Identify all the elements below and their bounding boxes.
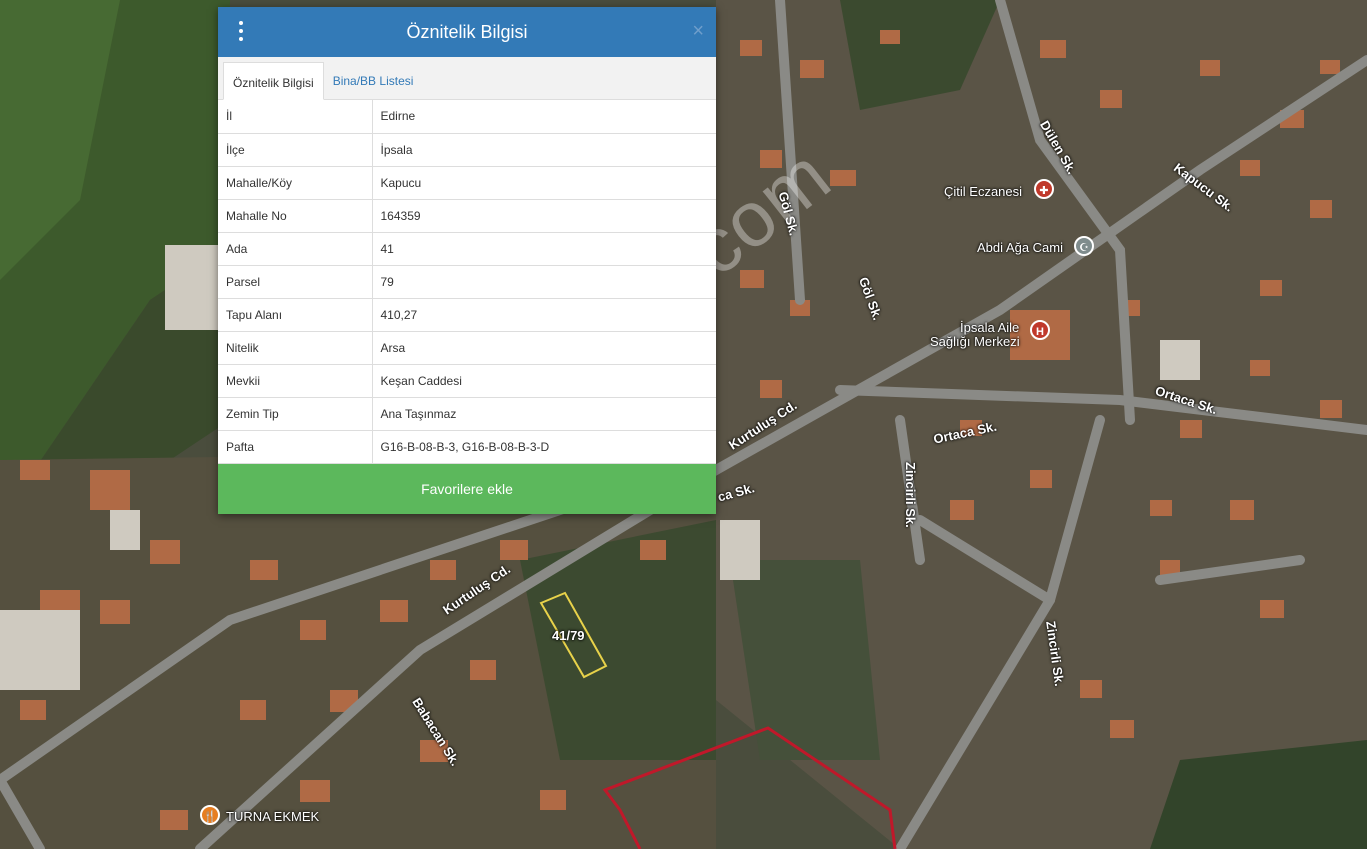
table-row: İl Edirne [218, 100, 716, 134]
row-key: Mahalle No [218, 199, 373, 233]
table-row: Tapu Alanı 410,27 [218, 298, 716, 332]
row-value: Arsa [372, 331, 716, 365]
table-row: Mevkii Keşan Caddesi [218, 364, 716, 398]
row-key: Zemin Tip [218, 397, 373, 431]
attribute-panel: Öznitelik Bilgisi × Öznitelik Bilgisi Bi… [218, 7, 716, 514]
row-value: G16-B-08-B-3, G16-B-08-B-3-D [372, 430, 716, 464]
table-row: Mahalle No 164359 [218, 199, 716, 233]
tab-building-list[interactable]: Bina/BB Listesi [324, 61, 423, 99]
table-row: İlçe İpsala [218, 133, 716, 167]
row-key: İlçe [218, 133, 373, 167]
table-row: Nitelik Arsa [218, 331, 716, 365]
row-key: Tapu Alanı [218, 298, 373, 332]
row-value: Edirne [372, 100, 716, 134]
row-value: 410,27 [372, 298, 716, 332]
table-row: Parsel 79 [218, 265, 716, 299]
bakery-icon[interactable]: 🍴 [200, 805, 220, 825]
tab-bar: Öznitelik Bilgisi Bina/BB Listesi [218, 57, 716, 100]
row-key: Mahalle/Köy [218, 166, 373, 200]
table-row: Mahalle/Köy Kapucu [218, 166, 716, 200]
add-to-favorites-button[interactable]: Favorilere ekle [218, 463, 716, 514]
row-key: Nitelik [218, 331, 373, 365]
row-key: Mevkii [218, 364, 373, 398]
row-value: 79 [372, 265, 716, 299]
row-key: Pafta [218, 430, 373, 464]
panel-title: Öznitelik Bilgisi [406, 21, 528, 42]
table-row: Ada 41 [218, 232, 716, 266]
row-value: İpsala [372, 133, 716, 167]
tab-attribute-info[interactable]: Öznitelik Bilgisi [223, 62, 324, 100]
panel-header: Öznitelik Bilgisi × [218, 7, 716, 57]
row-value: Kapucu [372, 166, 716, 200]
table-row: Pafta G16-B-08-B-3, G16-B-08-B-3-D [218, 430, 716, 464]
row-value: 164359 [372, 199, 716, 233]
poi-label[interactable]: Sağlığı Merkezi [930, 334, 1020, 349]
parcel-label: 41/79 [552, 628, 585, 643]
poi-label[interactable]: Abdi Ağa Cami [977, 240, 1063, 255]
pharmacy-icon[interactable]: ✚ [1034, 179, 1054, 199]
poi-label[interactable]: TURNA EKMEK [226, 809, 319, 824]
row-value: Keşan Caddesi [372, 364, 716, 398]
close-icon[interactable]: × [692, 20, 704, 42]
table-row: Zemin Tip Ana Taşınmaz [218, 397, 716, 431]
poi-label[interactable]: İpsala Aile [960, 320, 1019, 335]
hospital-icon[interactable]: H [1030, 320, 1050, 340]
attribute-table: İl Edirne İlçe İpsala Mahalle/Köy Kapucu Ma… [218, 100, 716, 464]
row-value: 41 [372, 232, 716, 266]
poi-label[interactable]: Çitil Eczanesi [944, 184, 1022, 199]
row-key: İl [218, 100, 373, 134]
more-vertical-icon[interactable] [236, 21, 246, 43]
street-label: Zincirli Sk. [903, 462, 918, 528]
row-key: Ada [218, 232, 373, 266]
row-key: Parsel [218, 265, 373, 299]
row-value: Ana Taşınmaz [372, 397, 716, 431]
mosque-icon[interactable]: ☪ [1074, 236, 1094, 256]
